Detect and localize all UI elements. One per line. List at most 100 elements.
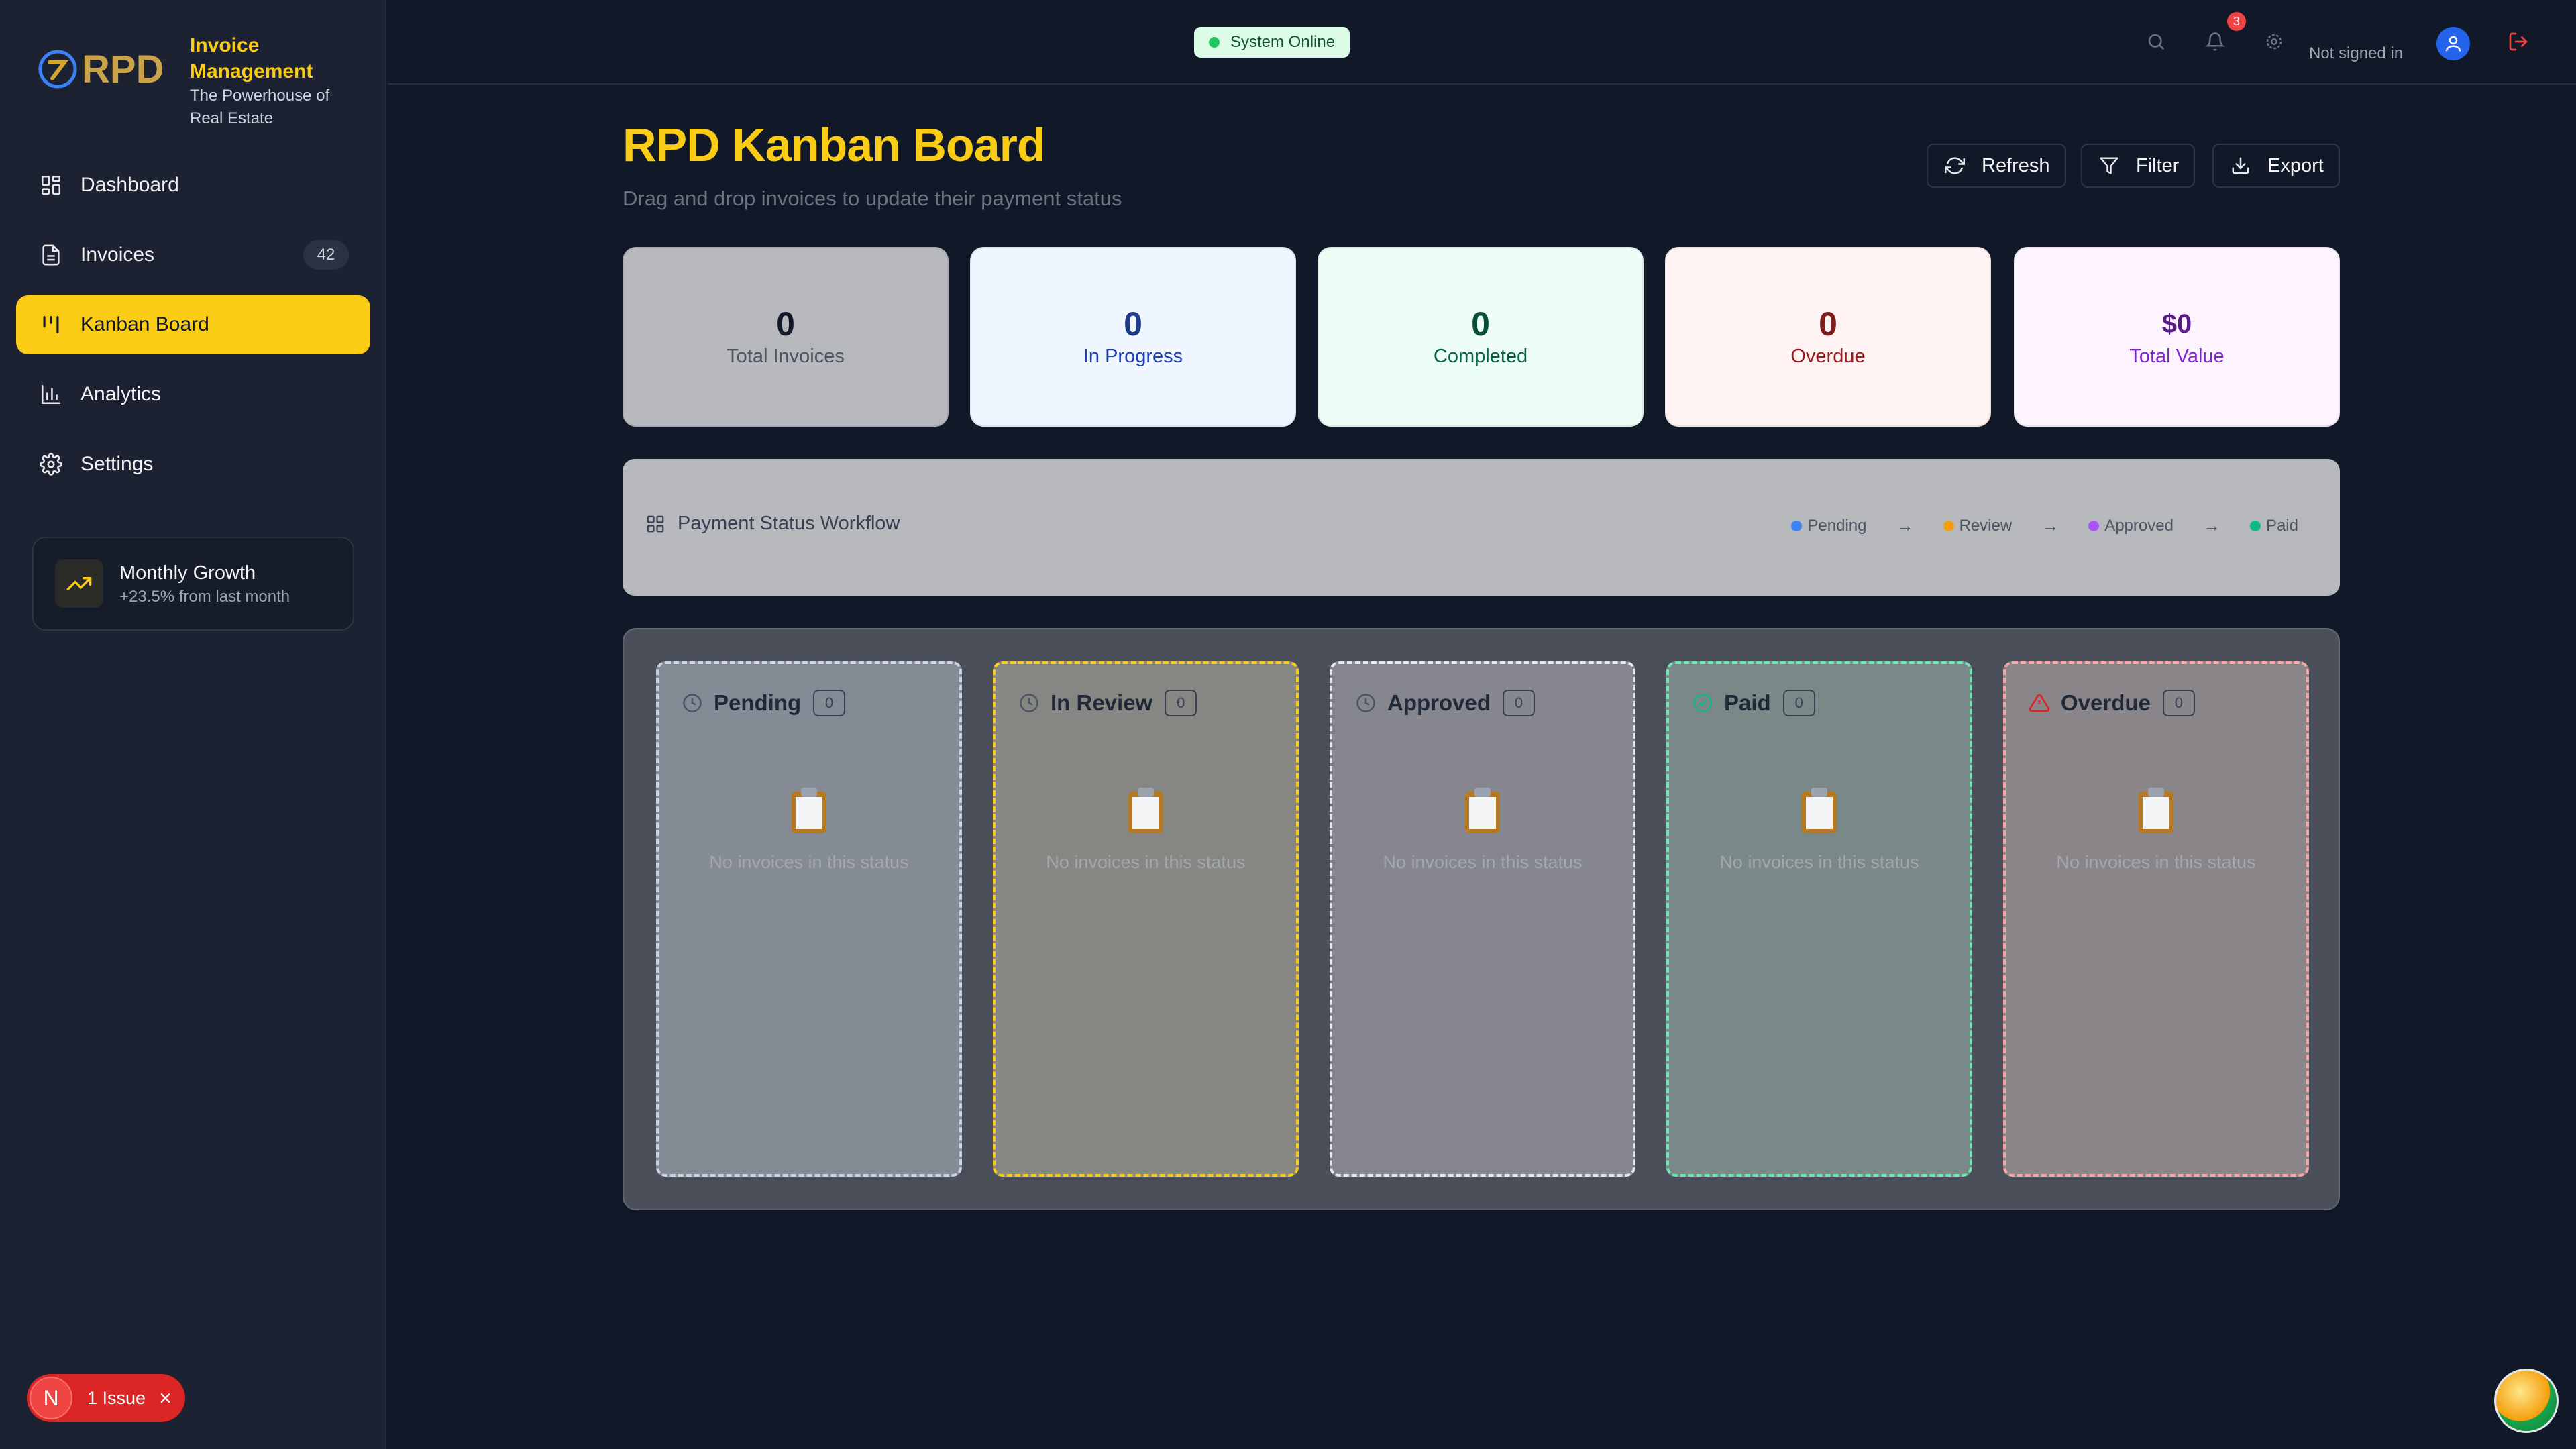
document-icon — [38, 241, 64, 268]
kanban-column-paid[interactable]: Paid 0 No invoices in this status — [1666, 661, 1972, 1177]
page-subtitle: Drag and drop invoices to update their p… — [623, 186, 1122, 210]
step-dot — [2249, 520, 2261, 531]
stat-label: Completed — [1433, 345, 1528, 367]
empty-state-text: No invoices in this status — [709, 852, 909, 872]
stat-label: Overdue — [1790, 345, 1866, 367]
clock-icon — [1355, 692, 1377, 714]
workflow-title: Payment Status Workflow — [678, 513, 900, 534]
filter-button[interactable]: Filter — [2081, 144, 2196, 188]
clock-icon — [682, 692, 703, 714]
growth-subtitle: +23.5% from last month — [119, 588, 290, 606]
step-dot — [1943, 520, 1954, 531]
workflow-step-review: Review — [1943, 517, 2012, 535]
clipboard-icon — [996, 786, 1296, 838]
kanban-column-overdue[interactable]: Overdue 0 No invoices in this status — [2003, 661, 2309, 1177]
gear-icon — [38, 451, 64, 478]
stat-card-total-value: $0 Total Value — [2014, 247, 2340, 427]
sidebar-item-label: Invoices — [80, 244, 155, 266]
step-dot — [2088, 520, 2100, 531]
clipboard-icon — [659, 786, 959, 838]
stat-card-in-progress: 0 In Progress — [970, 247, 1296, 427]
status-text: System Online — [1230, 33, 1336, 51]
filter-icon — [2097, 154, 2121, 178]
brand[interactable]: RPD Invoice Management The Powerhouse of… — [38, 32, 358, 130]
sidebar: RPD Invoice Management The Powerhouse of… — [0, 0, 386, 1449]
gear-icon[interactable] — [2261, 28, 2288, 55]
sidebar-item-label: Kanban Board — [80, 313, 209, 335]
clock-icon — [1018, 692, 1040, 714]
user-avatar[interactable] — [2436, 27, 2470, 60]
stat-label: Total Invoices — [727, 345, 845, 367]
column-title: Paid — [1724, 690, 1771, 715]
stat-card-overdue: 0 Overdue — [1665, 247, 1991, 427]
trending-up-icon — [55, 559, 103, 608]
sidebar-item-label: Dashboard — [80, 174, 179, 196]
stat-label: In Progress — [1083, 345, 1183, 367]
bar-chart-icon — [38, 381, 64, 408]
sidebar-item-kanban-board[interactable]: Kanban Board — [16, 295, 370, 354]
invoice-count-badge: 42 — [303, 240, 349, 270]
clipboard-icon — [1332, 786, 1633, 838]
refresh-button[interactable]: Refresh — [1927, 144, 2066, 188]
sidebar-item-dashboard[interactable]: Dashboard — [16, 156, 370, 215]
workflow-step-pending: Pending — [1791, 517, 1867, 535]
sidebar-item-label: Settings — [80, 453, 154, 475]
payment-status-workflow: Payment Status Workflow Pending → Review… — [623, 459, 2340, 596]
stat-value: 0 — [1471, 305, 1490, 343]
download-icon — [2229, 154, 2253, 178]
column-title: Approved — [1387, 690, 1491, 715]
brand-title: Invoice Management — [190, 34, 313, 83]
kanban-column-in-review[interactable]: In Review 0 No invoices in this status — [993, 661, 1299, 1177]
workflow-step-paid: Paid — [2249, 517, 2298, 535]
kanban-icon — [38, 311, 64, 338]
stat-value: 0 — [776, 305, 795, 343]
column-count: 0 — [1165, 690, 1197, 716]
warning-icon — [2029, 692, 2050, 714]
arrow-right-icon: → — [1896, 515, 1914, 535]
sidebar-item-settings[interactable]: Settings — [16, 435, 370, 494]
export-button[interactable]: Export — [2212, 144, 2340, 188]
issue-count: 1 Issue — [87, 1387, 146, 1408]
kanban-board: Pending 0 No invoices in this status In … — [623, 628, 2340, 1210]
empty-state-text: No invoices in this status — [1719, 852, 1919, 872]
kanban-column-approved[interactable]: Approved 0 No invoices in this status — [1330, 661, 1635, 1177]
sidebar-item-label: Analytics — [80, 383, 162, 405]
rpd-logo-mark: RPD — [38, 48, 164, 91]
bell-icon[interactable] — [2202, 28, 2229, 55]
grid-icon — [38, 172, 64, 199]
nextjs-icon: N — [30, 1377, 72, 1419]
column-count: 0 — [1782, 690, 1815, 716]
search-icon[interactable] — [2143, 28, 2169, 55]
top-bar: System Online — [388, 0, 2576, 85]
issues-indicator[interactable]: N 1 Issue × — [27, 1374, 185, 1422]
filter-label: Filter — [2136, 154, 2180, 176]
kanban-column-pending[interactable]: Pending 0 No invoices in this status — [656, 661, 962, 1177]
refresh-icon — [1943, 154, 1967, 178]
check-circle-icon — [1692, 692, 1713, 714]
monthly-growth-card: Monthly Growth +23.5% from last month — [32, 537, 354, 631]
stat-label: Total Value — [2129, 345, 2224, 367]
grid-icon — [645, 514, 665, 534]
column-count: 0 — [813, 690, 846, 716]
sidebar-item-analytics[interactable]: Analytics — [16, 365, 370, 424]
empty-state-text: No invoices in this status — [1383, 852, 1582, 872]
empty-state-text: No invoices in this status — [2056, 852, 2256, 872]
clipboard-icon — [2006, 786, 2306, 838]
sidebar-nav: Dashboard Invoices 42 Kanban Board Analy… — [16, 156, 370, 504]
sidebar-item-invoices[interactable]: Invoices 42 — [16, 225, 370, 284]
stat-value: 0 — [1819, 305, 1837, 343]
workflow-step-approved: Approved — [2088, 517, 2174, 535]
page-title: RPD Kanban Board — [623, 119, 1046, 171]
growth-title: Monthly Growth — [119, 562, 256, 584]
stat-card-total-invoices: 0 Total Invoices — [623, 247, 949, 427]
column-count: 0 — [1503, 690, 1536, 716]
arrow-right-icon: → — [2041, 515, 2059, 535]
refresh-label: Refresh — [1982, 154, 2050, 176]
stat-value: $0 — [2161, 309, 2192, 339]
floating-app-badge[interactable] — [2494, 1368, 2559, 1433]
user-icon — [2445, 36, 2461, 52]
step-dot — [1791, 520, 1803, 531]
logout-icon[interactable] — [2505, 28, 2532, 55]
close-icon[interactable]: × — [159, 1387, 172, 1409]
user-status-text: Not signed in — [2309, 44, 2404, 62]
